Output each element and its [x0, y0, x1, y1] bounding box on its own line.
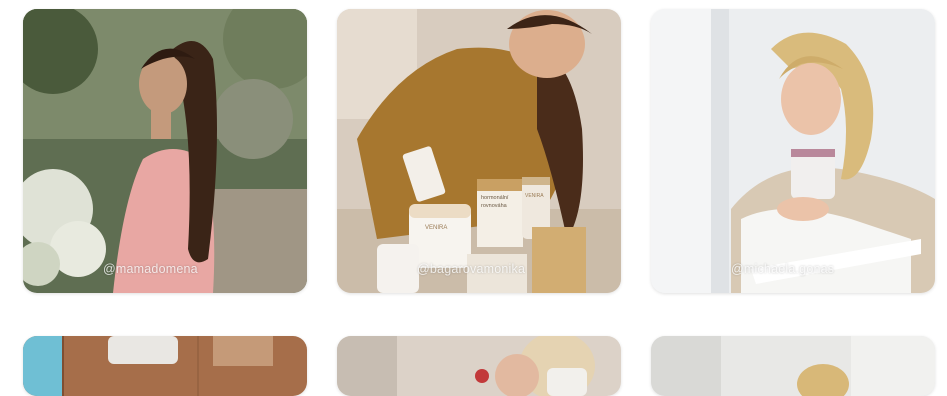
influencer-post-card[interactable]: [337, 336, 621, 396]
post-handle: @michaela.gonas: [731, 262, 835, 276]
post-handle: @bagarovamonika: [417, 262, 526, 276]
influencer-post-card[interactable]: [23, 336, 307, 396]
photo-woman-blonde-partial: [651, 336, 935, 396]
post-handle: @mamadomena: [103, 262, 198, 276]
influencer-post-card[interactable]: @michaela.gonas: [651, 9, 935, 293]
photo-woman-products: [337, 9, 621, 293]
photo-woman-garden: [23, 9, 307, 293]
photo-woman-drinking: [337, 336, 621, 396]
photo-woman-chair: [651, 9, 935, 293]
influencer-post-card[interactable]: VENIRA hormonální rovnováha VENIRA @baga…: [337, 9, 621, 293]
box-label-line2: rovnováha: [481, 203, 507, 209]
jar-brand-label: VENIRA: [425, 225, 448, 231]
influencer-post-card[interactable]: [651, 336, 935, 396]
photo-table-top: [23, 336, 307, 396]
influencer-photo-grid: @mamadomena VENIRA hormonální rovnováha …: [0, 0, 947, 396]
box-label-line1: hormonální: [481, 195, 509, 201]
influencer-post-card[interactable]: @mamadomena: [23, 9, 307, 293]
bottle-label: VENIRA: [525, 193, 544, 199]
